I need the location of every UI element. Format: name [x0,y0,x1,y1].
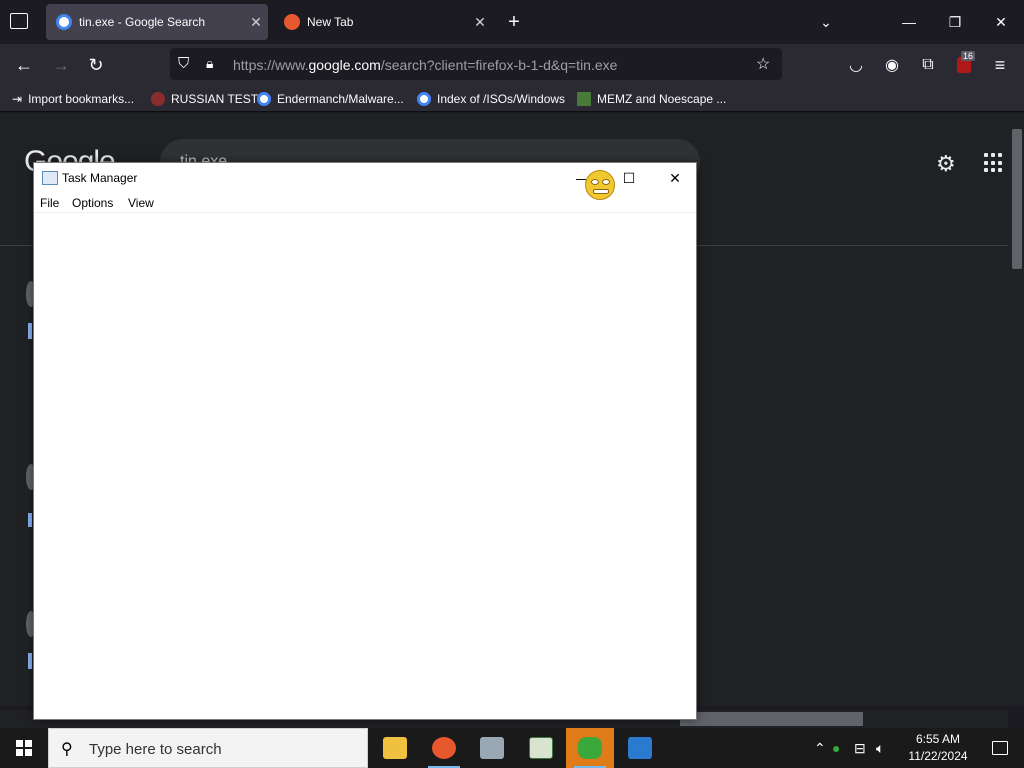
restore-button[interactable]: ❐ [932,0,978,44]
menu-file[interactable]: File [40,196,59,210]
google-favicon-icon [56,14,72,30]
list-all-tabs-icon[interactable] [10,13,28,29]
people-icon [578,737,602,759]
clock-date: 11/22/2024 [908,749,968,763]
taskbar-file-explorer[interactable] [371,728,419,768]
app-icon [480,737,504,759]
chevron-down-icon[interactable]: ⌄ [803,0,849,44]
menu-view[interactable]: View [128,196,154,210]
search-icon: ⚲ [61,741,73,758]
site-favicon-icon [577,92,591,106]
url-text[interactable]: https://www.google.com/search?client=fir… [233,57,617,73]
new-tab-button[interactable]: + [492,0,536,44]
pocket-icon[interactable]: ◡ [841,50,871,80]
app-icon [529,737,553,759]
extension-badge: 16 [961,51,976,61]
gear-icon[interactable]: ⚙ [936,151,960,176]
windows-logo-icon [16,740,32,756]
firefox-favicon-icon [284,14,300,30]
forward-arrow-icon[interactable]: → [46,50,76,80]
volume-icon[interactable]: 🔈︎ [876,740,898,757]
windows-taskbar: ⚲ Type here to search ⌃ ● ⊟ 🔈︎ 6:55 AM 1… [0,728,1024,768]
minimize-button[interactable]: — [886,0,932,44]
site-favicon-icon [151,92,165,106]
scrollbar-thumb[interactable] [1012,129,1022,269]
smiley-face-icon [585,170,615,200]
close-tab-icon[interactable]: ✕ [244,14,268,31]
result-title-fragment [28,513,32,527]
lock-icon[interactable]: 🔒︎ [206,55,213,72]
start-button[interactable] [0,728,48,768]
tracking-shield-icon[interactable]: ⛉ [178,55,189,72]
task-manager-icon [42,171,58,185]
bookmark-label: Index of /ISOs/Windows [437,92,566,106]
bookmark-index-isos[interactable]: Index of /ISOs/Windows [417,91,565,107]
taskbar-firefox[interactable] [420,728,468,768]
bookmark-label: MEMZ and Noescape ... [597,92,727,106]
apps-grid-icon[interactable] [984,153,1004,173]
bookmark-endermanch[interactable]: Endermanch/Malware... [257,91,404,107]
taskbar-task-manager[interactable] [566,728,614,768]
bookmark-label: RUSSIAN TEST [171,92,259,106]
vertical-scrollbar[interactable] [1008,113,1024,706]
notification-icon [992,741,1008,755]
tab-new-tab[interactable]: New Tab ✕ [274,4,492,40]
taskbar-app-4[interactable] [517,728,565,768]
browser-tab-bar: tin.exe - Google Search ✕ New Tab ✕ + ⌄ … [0,0,1024,44]
bookmarks-toolbar: ⇥ Import bookmarks... RUSSIAN TEST Ender… [0,86,1024,112]
result-title-fragment [28,653,32,669]
close-button[interactable]: ✕ [652,163,698,193]
taskbar-app-3[interactable] [468,728,516,768]
tab-title: New Tab [307,15,354,29]
import-icon: ⇥ [12,92,23,106]
menu-hamburger-icon[interactable]: ≡ [985,50,1015,80]
person-icon[interactable]: ● [832,740,854,756]
account-icon[interactable]: ◉ [877,50,907,80]
ublock-icon[interactable]: 16 [949,50,979,80]
network-icon[interactable]: ⊟ [854,740,876,757]
close-window-button[interactable]: ✕ [978,0,1024,44]
tab-title: tin.exe - Google Search [79,15,206,29]
back-arrow-icon[interactable]: ← [9,50,39,80]
taskbar-search-box[interactable]: ⚲ Type here to search [48,728,368,768]
tab-google-search[interactable]: tin.exe - Google Search ✕ [46,4,268,40]
scrollbar-thumb[interactable] [680,712,863,726]
close-tab-icon[interactable]: ✕ [468,14,492,31]
result-title-fragment [28,323,32,339]
search-placeholder: Type here to search [89,741,222,758]
clock-time: 6:55 AM [915,732,961,746]
extensions-icon[interactable]: ⧉ [913,50,943,80]
task-manager-window[interactable]: Task Manager — ☐ ✕ File Options View [33,162,697,720]
bookmark-star-icon[interactable]: ☆ [756,54,770,74]
window-title: Task Manager [62,171,138,185]
bookmark-import[interactable]: ⇥ Import bookmarks... [12,91,134,107]
taskbar-app-6[interactable] [616,728,664,768]
url-bar[interactable]: ⛉ 🔒︎ https://www.google.com/search?clien… [170,48,782,80]
google-favicon-icon [257,92,271,106]
notifications-button[interactable] [976,728,1024,768]
menu-options[interactable]: Options [72,196,113,210]
bookmark-label: Endermanch/Malware... [277,92,404,106]
firefox-icon [432,737,456,759]
bookmark-russian-test[interactable]: RUSSIAN TEST [151,91,258,107]
chevron-up-icon[interactable]: ⌃ [814,740,832,757]
reload-icon[interactable]: ↻ [81,50,111,80]
clock[interactable]: 6:55 AM 11/22/2024 [902,731,974,765]
system-tray: ⌃ ● ⊟ 🔈︎ [814,728,898,768]
folder-icon [383,737,407,759]
google-favicon-icon [417,92,431,106]
bookmark-memz[interactable]: MEMZ and Noescape ... [577,91,726,107]
app-icon [628,737,652,759]
bookmark-label: Import bookmarks... [28,92,135,106]
